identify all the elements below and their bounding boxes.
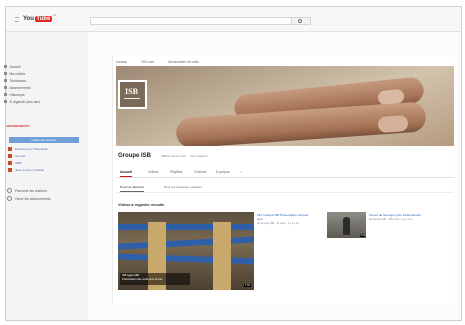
video-meta: de Groupe ISB · 1k vues · il y a 1 an xyxy=(257,222,299,225)
channel-banner xyxy=(116,66,454,146)
video-caption-line: Présentation des outils pour le bois xyxy=(122,278,163,281)
browse-icon xyxy=(7,188,12,193)
search-button[interactable] xyxy=(291,17,311,25)
logo-you: You xyxy=(23,15,34,22)
logo-tube: Tube xyxy=(34,15,52,22)
video-scene-beam xyxy=(118,253,254,265)
sidebar-item-history[interactable]: Historique xyxy=(4,92,25,97)
channel-thumbnail-icon xyxy=(8,160,12,165)
clock-icon xyxy=(4,100,7,103)
settings-icon xyxy=(7,196,12,201)
video-info[interactable]: Pinces de Serrage hydro Débordement de G… xyxy=(369,213,429,221)
sidebar-item-label: Tendances xyxy=(9,78,26,83)
video-scene-wood xyxy=(213,222,231,290)
channel-avatar[interactable]: ISB xyxy=(118,80,147,109)
subscriptions-heading: ABONNEMENTS xyxy=(6,124,30,128)
video-duration: 2:04 xyxy=(360,234,365,237)
youtube-logo[interactable]: You Tube FR xyxy=(23,14,56,23)
video-title-link[interactable]: Film Groupe ISB Présentation l'activité … xyxy=(257,213,313,221)
subscription-item[interactable]: Parents pour l'humanité xyxy=(8,146,48,151)
browse-channels-link[interactable]: Parcourir les chaînes xyxy=(7,188,47,193)
subscription-item[interactable]: Groupe xyxy=(8,153,25,158)
video-title-link[interactable]: Pinces de Serrage hydro Débordement xyxy=(369,213,429,217)
logo-country: FR xyxy=(52,14,57,17)
sidebar-item-label: Accueil xyxy=(9,64,21,69)
sidebar-item-label: Gérer les abonnements xyxy=(15,196,51,201)
channel-thumbnail-icon xyxy=(8,153,12,158)
top-bar: You Tube FR xyxy=(6,7,461,32)
video-scene-beam xyxy=(118,224,254,230)
sidebar-item-trending[interactable]: Tendances xyxy=(4,78,26,83)
subtab-subscribers[interactable]: Pour les abonnés xyxy=(120,185,145,192)
sidebar-item-label: Parcourir les chaînes xyxy=(15,188,47,193)
video-info[interactable]: Film Groupe ISB Présentation l'activité … xyxy=(257,213,313,225)
subscription-label: Parents pour l'humanité xyxy=(15,146,48,151)
search-channel-icon[interactable]: ⌕ xyxy=(240,170,242,174)
video-meta: de Groupe ISB · 182 vues · il y a 1 an xyxy=(369,218,413,221)
tab-about[interactable]: À propos xyxy=(216,170,230,174)
tab-videos[interactable]: Vidéos xyxy=(148,170,158,174)
subscription-label: Groupe xyxy=(15,153,26,158)
channel-tabs: Accueil Vidéos Playlists Chaînes À propo… xyxy=(116,167,454,178)
sidebar-item-my-channel[interactable]: Ma chaîne xyxy=(4,71,25,76)
video-thumbnail-figure xyxy=(343,217,350,235)
video-thumbnail[interactable]: 2:04 xyxy=(327,212,366,238)
history-icon xyxy=(4,93,7,96)
channel-meta: Afficher de vos vues Vous voulez ▾ xyxy=(161,154,207,158)
channel-thumbnail-icon xyxy=(8,146,12,151)
manage-subscriptions-link[interactable]: Gérer les abonnements xyxy=(7,196,50,201)
avatar-logo-text: ISB xyxy=(125,87,138,96)
sidebar-item-label: Historique xyxy=(9,92,25,97)
video-duration: 1:54 xyxy=(243,284,251,287)
sidebar-item-label: Abonnements xyxy=(9,85,31,90)
flame-icon xyxy=(4,79,7,82)
video-caption-line: ISB Agglo ABC xyxy=(122,274,140,277)
home-icon xyxy=(4,65,7,68)
sidebar-item-label: À regarder plus tard xyxy=(9,99,40,104)
subscription-label: Jean-Louis et Juliette xyxy=(15,167,45,172)
sidebar-item-watch-later[interactable]: À regarder plus tard xyxy=(4,99,39,104)
channel-subtabs: Pour les abonnés Pour les nouveaux visit… xyxy=(116,183,454,193)
guide-menu-icon[interactable] xyxy=(15,17,19,22)
channel-thumbnail-icon xyxy=(8,167,12,172)
sidebar-item-subscriptions[interactable]: Abonnements xyxy=(4,85,30,90)
subscriptions-icon xyxy=(4,86,7,89)
channel-title: Groupe ISB xyxy=(118,153,152,159)
banner-fingernail xyxy=(377,114,409,134)
channel-meta-dropdown[interactable]: Vous voulez ▾ xyxy=(190,154,207,158)
sidebar-item-label: Ma chaîne xyxy=(9,71,26,76)
tab-playlists[interactable]: Playlists xyxy=(170,170,182,174)
channel-meta-views[interactable]: Afficher de vos vues xyxy=(161,154,186,158)
guide-button[interactable]: Guide des chaînes xyxy=(9,137,79,143)
subtab-new-visitors[interactable]: Pour les nouveaux visiteurs xyxy=(164,185,202,189)
subscription-label: ISBT xyxy=(15,160,22,165)
search-icon xyxy=(298,19,302,23)
subscription-item[interactable]: ISBT xyxy=(8,160,22,165)
avatar-logo-rule xyxy=(124,98,140,99)
section-title: Vidéos à regarder ensuite xyxy=(118,203,165,207)
video-caption-overlay: ISB Agglo ABC Présentation des outils po… xyxy=(120,273,190,285)
user-icon xyxy=(4,72,7,75)
tab-channels[interactable]: Chaînes xyxy=(194,170,207,174)
video-scene-beam xyxy=(118,235,254,251)
sidebar-item-home[interactable]: Accueil xyxy=(4,64,20,69)
featured-video-player[interactable]: ISB Agglo ABC Présentation des outils po… xyxy=(118,212,254,290)
tab-home[interactable]: Accueil xyxy=(120,170,133,177)
search-input[interactable] xyxy=(90,17,292,25)
subscription-item[interactable]: Jean-Louis et Juliette xyxy=(8,167,44,172)
